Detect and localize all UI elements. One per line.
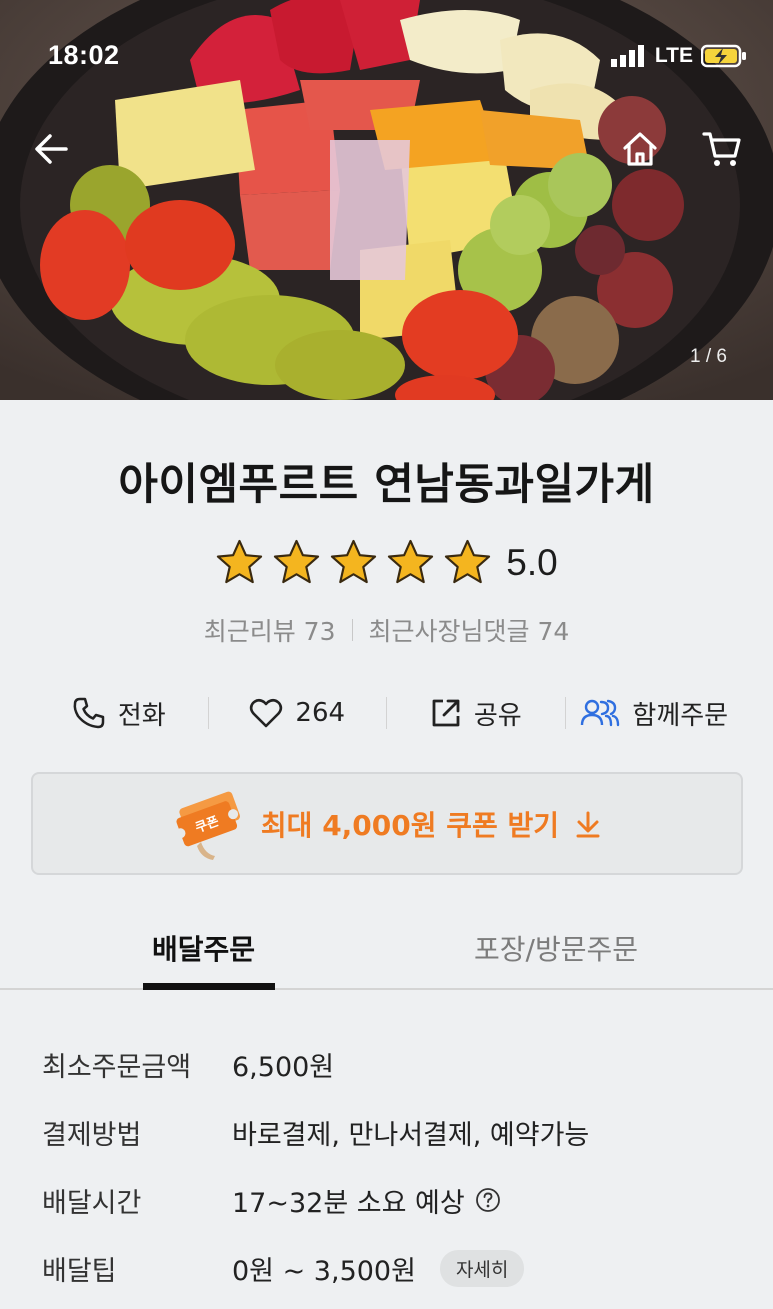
info-row-min-order: 최소주문금액 6,500원 <box>42 1030 742 1098</box>
divider <box>351 619 353 641</box>
info-label: 결제방법 <box>42 1119 142 1151</box>
tab-pickup[interactable]: 포장/방문주문 <box>474 928 638 968</box>
share-icon <box>432 699 460 727</box>
status-time: 18:02 <box>48 40 120 70</box>
help-circle-icon[interactable] <box>475 1187 501 1213</box>
owner-replies-link[interactable]: 최근사장님댓글 74 <box>369 612 570 648</box>
info-row-delivery-time: 배달시간 17~32분 소요 예상 <box>42 1166 742 1234</box>
arrow-left-icon <box>35 134 68 164</box>
cart-button[interactable] <box>699 126 745 172</box>
home-button[interactable] <box>617 126 663 172</box>
rating-value: 5.0 <box>506 541 558 583</box>
coupon-ticket-icon: 쿠폰 <box>175 791 240 860</box>
star-icon <box>274 539 320 584</box>
delivery-info: 최소주문금액 6,500원 결제방법 바로결제, 만나서결제, 예약가능 배달시… <box>42 1030 742 1302</box>
signal-icon <box>610 45 644 67</box>
info-label: 배달팁 <box>42 1255 117 1287</box>
star-icon <box>445 539 491 584</box>
info-value-wrap: 0원 ~ 3,500원 자세히 <box>232 1249 525 1288</box>
coupon-label: 최대 4,000원 쿠폰 받기 <box>260 808 560 842</box>
group-order-button[interactable]: 함께주문 <box>566 695 744 732</box>
info-value: 17~32분 소요 예상 <box>232 1187 465 1219</box>
share-button[interactable]: 공유 <box>387 695 565 732</box>
store-photo-gallery[interactable]: 18:02 LTE 1 / 6 <box>0 0 773 400</box>
call-label: 전화 <box>117 700 166 731</box>
info-value: 6,500원 <box>232 1051 335 1083</box>
group-users-icon <box>581 699 620 727</box>
active-tab-indicator <box>143 983 275 990</box>
home-icon <box>623 132 657 166</box>
tab-baseline <box>0 988 773 990</box>
store-actions: 전화 264 공유 함께주문 <box>30 690 743 736</box>
call-button[interactable]: 전화 <box>30 695 208 732</box>
info-row-payment: 결제방법 바로결제, 만나서결제, 예약가능 <box>42 1098 742 1166</box>
store-name: 아이엠푸르트 연남동과일가게 <box>118 460 655 510</box>
battery-charging-icon <box>701 44 746 68</box>
recent-reviews-link[interactable]: 최근리뷰 73 <box>204 612 336 648</box>
star-icon <box>331 539 377 584</box>
star-icon <box>217 539 263 584</box>
gallery-page-indicator: 1 / 6 <box>690 346 727 367</box>
like-button[interactable]: 264 <box>209 697 387 729</box>
info-label: 최소주문금액 <box>42 1051 192 1083</box>
group-order-label: 함께주문 <box>632 700 729 731</box>
network-label: LTE <box>654 44 693 67</box>
back-button[interactable] <box>28 126 74 172</box>
heart-icon <box>250 698 283 728</box>
info-value-wrap: 17~32분 소요 예상 <box>232 1181 501 1220</box>
download-arrow-icon <box>576 811 600 837</box>
status-indicators: LTE <box>610 44 747 68</box>
tab-delivery[interactable]: 배달주문 <box>152 928 255 968</box>
star-icon <box>388 539 434 584</box>
info-label: 배달시간 <box>42 1187 142 1219</box>
cart-icon <box>702 132 741 166</box>
tip-detail-button[interactable]: 자세히 <box>439 1249 525 1287</box>
coupon-download-button[interactable]: 쿠폰 최대 4,000원 쿠폰 받기 <box>31 772 743 875</box>
rating-row: 5.0 <box>0 538 773 587</box>
info-row-delivery-tip: 배달팁 0원 ~ 3,500원 자세히 <box>42 1234 742 1302</box>
status-bar: 18:02 LTE <box>0 0 773 110</box>
info-value: 바로결제, 만나서결제, 예약가능 <box>232 1119 590 1151</box>
review-summary: 최근리뷰 73 최근사장님댓글 74 <box>0 612 773 648</box>
info-value: 0원 ~ 3,500원 <box>232 1255 416 1287</box>
order-type-tabs: 배달주문 포장/방문주문 <box>0 910 773 990</box>
phone-icon <box>73 697 105 729</box>
like-count: 264 <box>295 698 346 728</box>
share-label: 공유 <box>473 700 522 731</box>
